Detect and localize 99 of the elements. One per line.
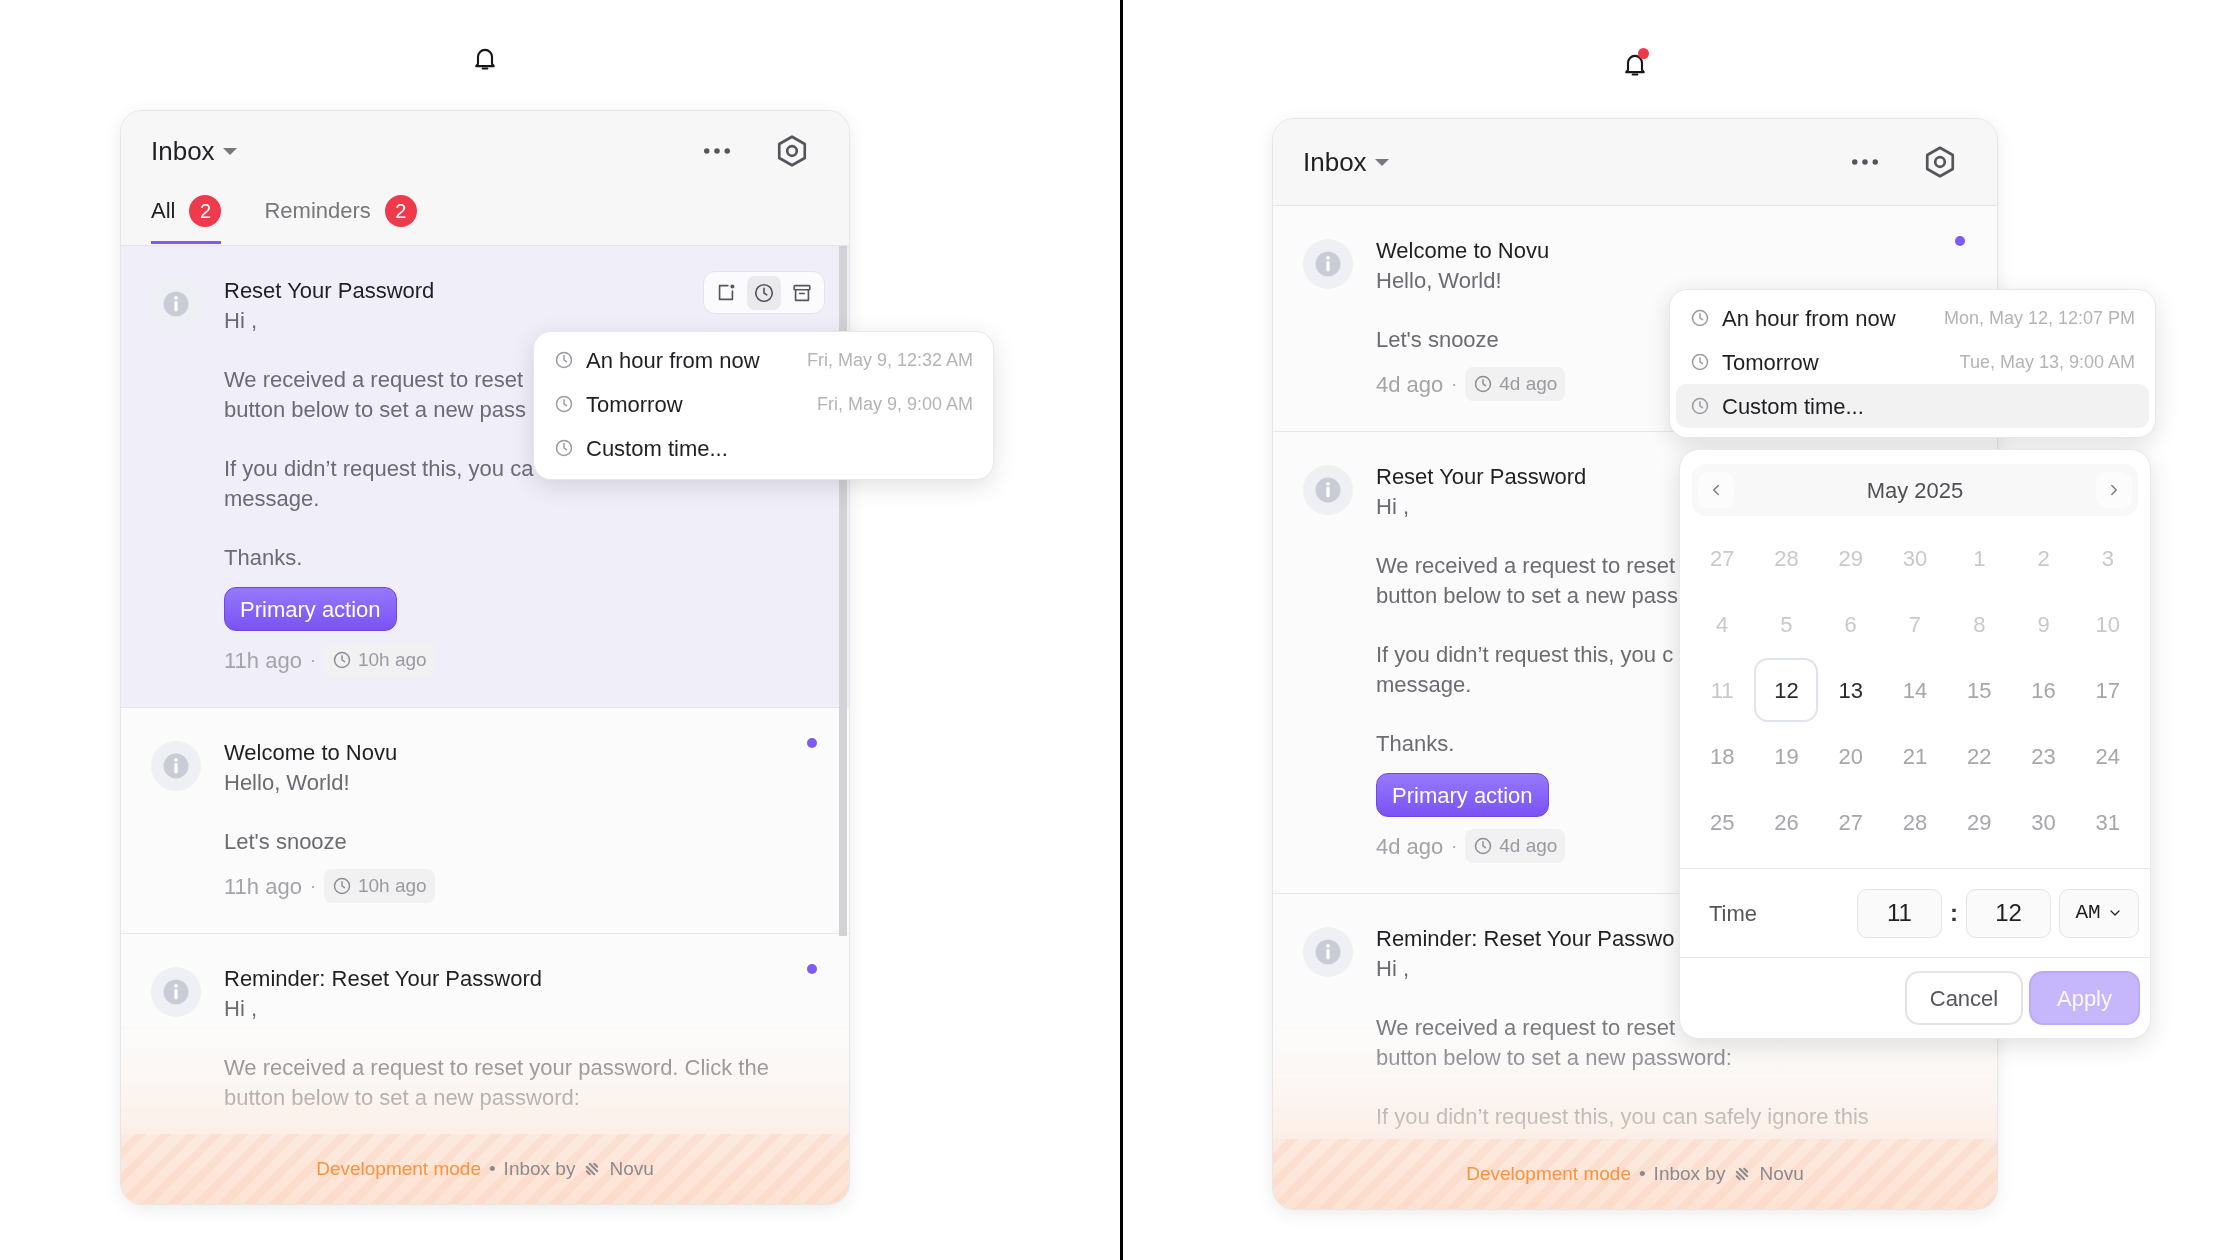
calendar-day[interactable]: 25 (1690, 790, 1755, 854)
primary-action-button[interactable]: Primary action (1376, 773, 1549, 817)
info-avatar-icon (1303, 927, 1353, 977)
notification-title: Welcome to Novu (1376, 237, 1550, 265)
notification-preview: Hi , (224, 307, 257, 335)
separator: · (1451, 372, 1458, 396)
calendar-day[interactable]: 30 (2011, 790, 2076, 854)
menu-item[interactable]: Custom time... (1676, 384, 2149, 428)
development-mode-label: Development mode (1466, 1161, 1631, 1186)
notification-body: Thanks. (1376, 730, 1455, 758)
notification-preview: Hello, World! (1376, 267, 1502, 295)
calendar-day[interactable]: 17 (2075, 658, 2140, 722)
notification-body: We received a request to reset button below to set a new pass (224, 366, 527, 424)
period-select[interactable]: AM (2059, 888, 2139, 938)
separator: • (1638, 1161, 1646, 1186)
separator: · (309, 874, 316, 898)
notification-preview: Hi , (1376, 955, 1409, 983)
minute-field[interactable]: 12 (1966, 888, 2051, 938)
tab[interactable]: All 2 (151, 195, 222, 244)
notification-body: Thanks. (224, 544, 303, 572)
calendar-day[interactable]: 31 (2075, 790, 2140, 854)
calendar-day[interactable]: 23 (2011, 724, 2076, 788)
notification-preview: Hello, World! (224, 769, 350, 797)
notification-body: We received a request to reset button below to set a new pass (1376, 552, 1679, 610)
tab[interactable]: Reminders 2 (264, 195, 417, 244)
time-label: Time (1709, 899, 1758, 928)
info-avatar-icon (151, 967, 201, 1017)
development-mode-label: Development mode (316, 1156, 481, 1181)
clock-icon (1473, 836, 1494, 856)
calendar-day[interactable]: 14 (1883, 658, 1947, 722)
notification-body: If you didn’t request this, you c message. (1376, 641, 1674, 699)
notification-title: Reset Your Password (1376, 463, 1587, 491)
calendar-day[interactable]: 27 (1818, 790, 1883, 854)
notification-title: Reminder: Reset Your Passwo (1376, 925, 1675, 953)
time-separator: : (1950, 898, 1958, 928)
attribution-text: Inbox by (503, 1156, 576, 1181)
brand-name: Novu (1759, 1161, 1804, 1186)
calendar-day[interactable]: 28 (1883, 790, 1947, 854)
primary-action-button[interactable]: Primary action (224, 587, 397, 631)
notification-body: If you didn’t request this, you ca message. (224, 455, 534, 513)
timestamp: 11h ago (224, 646, 302, 675)
clock-icon (1690, 396, 1710, 416)
clock-icon (331, 876, 352, 896)
notification-body: We received a request to reset your password. Click the button below to set a new password: (224, 1054, 769, 1112)
timestamp: 4d ago (1376, 832, 1444, 861)
cancel-button[interactable]: Cancel (1905, 971, 2023, 1025)
inbox-dropdown[interactable]: Inbox (1303, 142, 1389, 182)
calendar-day[interactable]: 12 (1754, 658, 1819, 722)
more-icon (1852, 159, 1878, 165)
calendar-day[interactable]: 16 (2011, 658, 2076, 722)
snooze-button[interactable] (747, 275, 781, 310)
count-badge: 2 (189, 195, 222, 227)
clock-icon (554, 438, 574, 458)
info-avatar-icon (1303, 465, 1353, 515)
clock-icon (554, 350, 574, 370)
notification-item[interactable]: Reminder: Reset Your Password Hi , We received a request to reset your password. Click the button below to set a new password: (121, 934, 849, 1134)
clock-icon (1473, 374, 1494, 394)
clock-icon (1690, 308, 1710, 328)
info-avatar-icon (151, 741, 201, 791)
clock-icon (331, 650, 352, 670)
separator: • (488, 1156, 496, 1181)
calendar-day[interactable]: 13 (1818, 658, 1883, 722)
info-avatar-icon (1303, 239, 1353, 289)
timestamp: 11h ago (224, 872, 302, 901)
count-badge: 2 (384, 195, 417, 227)
notification-title: Welcome to Novu (224, 739, 398, 767)
snooze-badge: 10h ago (323, 869, 435, 903)
notification-title: Reset Your Password (224, 277, 435, 305)
caret-icon (1374, 158, 1389, 166)
brand-name: Novu (609, 1156, 654, 1181)
notification-preview: Hi , (224, 995, 257, 1023)
snooze-badge: 4d ago (1465, 829, 1566, 863)
calendar-day[interactable]: 24 (2075, 724, 2140, 788)
attribution-text: Inbox by (1653, 1161, 1726, 1186)
clock-icon (753, 281, 775, 304)
more-icon (704, 148, 730, 154)
inbox-dropdown[interactable]: Inbox (151, 131, 237, 171)
calendar-day[interactable]: 18 (1690, 724, 1755, 788)
calendar-day[interactable]: 19 (1754, 724, 1819, 788)
notification-body: We received a request to reset button below to set a new password: (1376, 1014, 1732, 1072)
snooze-badge: 4d ago (1465, 367, 1566, 401)
hour-field[interactable]: 11 (1857, 888, 1942, 938)
clock-icon (1690, 352, 1710, 372)
snooze-badge: 10h ago (323, 643, 435, 677)
calendar-day[interactable]: 26 (1754, 790, 1819, 854)
clock-icon (554, 394, 574, 414)
month-title: May 2025 (1866, 476, 1964, 505)
calendar-day[interactable]: 21 (1883, 724, 1947, 788)
separator: · (309, 648, 316, 672)
separator: · (1451, 834, 1458, 858)
notification-body: Let's snooze (224, 828, 347, 856)
notification-item[interactable]: Welcome to Novu Hello, World! Let's snooze 11h ago · 10h ago (121, 708, 849, 934)
notification-body: Let's snooze (1376, 326, 1499, 354)
calendar-day[interactable]: 20 (1818, 724, 1883, 788)
caret-icon (222, 147, 237, 155)
timestamp: 4d ago (1376, 370, 1444, 399)
notification-preview: Hi , (1376, 493, 1409, 521)
notification-title: Reminder: Reset Your Password (224, 965, 542, 993)
notification-body: If you didn’t request this, you can safely ignore this (1376, 1103, 1869, 1131)
